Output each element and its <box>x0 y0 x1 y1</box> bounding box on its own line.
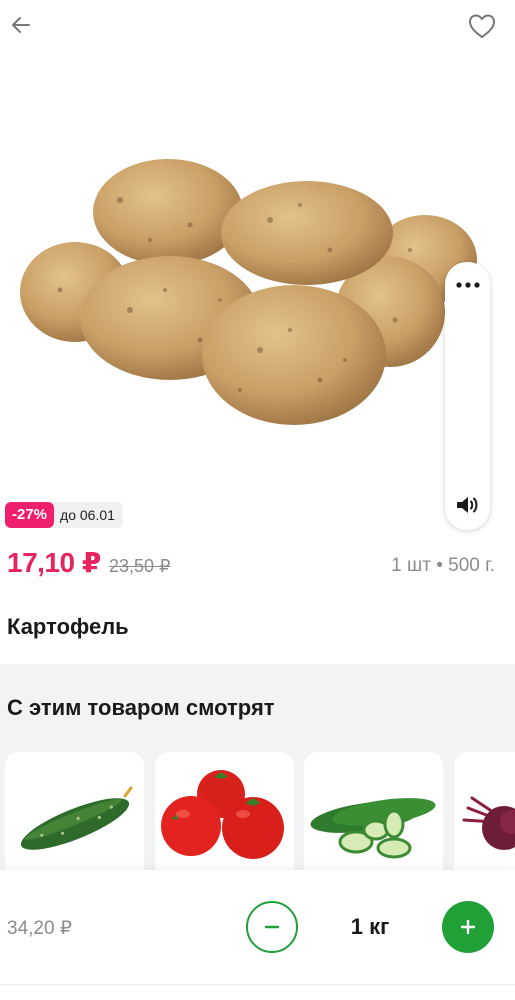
quantity-value: 1 кг <box>350 914 390 939</box>
total-price: 34,20 ₽ <box>7 918 72 939</box>
pack-size: 1 шт • 500 г. <box>391 555 495 576</box>
discount-percent: -27% <box>5 502 55 528</box>
product-page: -27% до 06.01 17,10 ₽ 23,50 ₽ 1 шт • 500… <box>0 0 515 1000</box>
potatoes-image <box>20 159 477 425</box>
volume-panel <box>445 262 490 530</box>
discount-badge: -27% до 06.01 <box>5 502 123 528</box>
speaker-icon <box>456 497 477 513</box>
price-row: 17,10 ₽ 23,50 ₽ 1 шт • 500 г. <box>5 544 495 584</box>
minus-icon <box>264 925 280 929</box>
product-image[interactable] <box>0 130 515 450</box>
plus-icon <box>460 919 476 935</box>
back-button[interactable] <box>6 10 36 40</box>
sound-button[interactable] <box>453 492 483 518</box>
more-horizontal-icon <box>455 282 480 288</box>
more-button[interactable] <box>453 278 483 292</box>
old-price: 23,50 ₽ <box>109 556 171 576</box>
increase-quantity-button[interactable] <box>442 901 494 953</box>
decrease-quantity-button[interactable] <box>246 901 298 953</box>
related-title: С этим товаром смотрят <box>7 695 275 720</box>
discount-until: до 06.01 <box>60 507 115 523</box>
cart-bar: 34,20 ₽ 1 кг <box>0 870 515 984</box>
heart-outline-icon <box>469 14 495 38</box>
bottom-navigation <box>0 984 515 1000</box>
current-price: 17,10 ₽ <box>7 547 101 578</box>
product-title: Картофель <box>7 614 129 639</box>
arrow-left-icon <box>12 17 30 33</box>
favorite-button[interactable] <box>465 10 499 42</box>
top-bar <box>0 0 515 54</box>
